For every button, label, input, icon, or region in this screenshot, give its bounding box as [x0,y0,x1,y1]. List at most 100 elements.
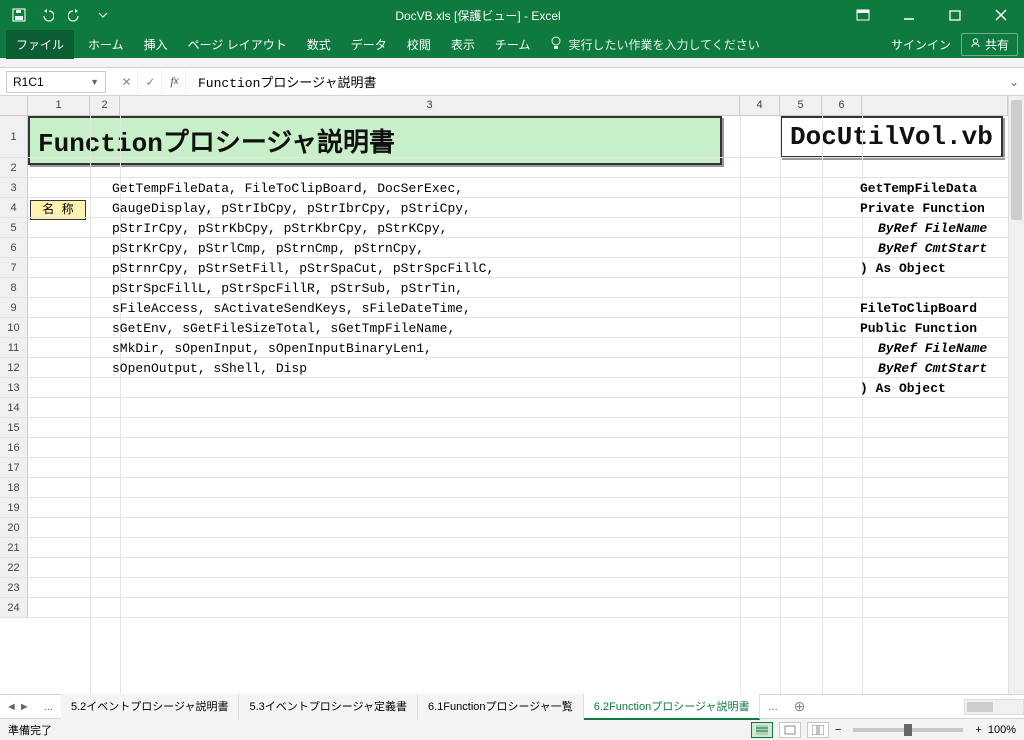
tab-2[interactable]: ページ レイアウト [178,30,297,59]
tab-7[interactable]: チーム [485,30,541,59]
cell-body-line[interactable]: sMkDir, sOpenInput, sOpenInputBinaryLen1… [112,341,432,356]
ribbon-display-icon[interactable] [840,0,886,30]
cell-title-file[interactable]: DocUtilVol.vb [780,116,1003,158]
row-header[interactable]: 9 [0,298,28,318]
row-header[interactable]: 4 [0,198,28,218]
col-header[interactable]: 3 [120,96,740,116]
row-header[interactable]: 7 [0,258,28,278]
col-header[interactable]: 4 [740,96,780,116]
share-button[interactable]: 共有 [961,33,1018,56]
row-header[interactable]: 14 [0,398,28,418]
tab-5[interactable]: 校閲 [397,30,441,59]
tab-nav-prev-icon[interactable]: ◄ [6,701,17,713]
cell-body-line[interactable]: GaugeDisplay, pStrIbCpy, pStrIbrCpy, pSt… [112,201,471,216]
cell-body-line[interactable]: pStrIrCpy, pStrKbCpy, pStrKbrCpy, pStrKC… [112,221,447,236]
cancel-formula-icon[interactable]: ✕ [116,71,138,93]
col-header[interactable]: 6 [822,96,862,116]
col-header[interactable]: 5 [780,96,822,116]
spreadsheet-grid[interactable]: 123456 123456789101112131415161718192021… [0,96,1024,694]
maximize-icon[interactable] [932,0,978,30]
tab-6[interactable]: 表示 [441,30,485,59]
row-header[interactable]: 15 [0,418,28,438]
name-box[interactable]: R1C1 ▼ [6,71,106,93]
sheet-tab[interactable]: 5.2イベントプロシージャ説明書 [61,694,240,720]
zoom-in-icon[interactable]: + [975,724,981,736]
formula-expand-icon[interactable]: ⌄ [1004,75,1024,89]
row-header[interactable]: 22 [0,558,28,578]
tab-nav-next-icon[interactable]: ► [19,701,30,713]
row-header[interactable]: 11 [0,338,28,358]
accept-formula-icon[interactable]: ✓ [140,71,162,93]
horizontal-scrollbar[interactable] [964,699,1024,715]
minimize-icon[interactable] [886,0,932,30]
tab-nav-more-left[interactable]: ... [36,697,61,717]
redo-icon[interactable] [62,3,88,27]
sheet-tab[interactable]: 6.1Functionプロシージャ一覧 [418,694,584,720]
zoom-out-icon[interactable]: − [835,724,841,736]
row-header[interactable]: 21 [0,538,28,558]
tab-nav-more-right[interactable]: ... [760,697,785,717]
cell-body-line[interactable]: GetTempFileData, FileToClipBoard, DocSer… [112,181,463,196]
row-header[interactable]: 17 [0,458,28,478]
row-header[interactable]: 1 [0,116,28,158]
close-icon[interactable] [978,0,1024,30]
row-header[interactable]: 20 [0,518,28,538]
cell-right-line[interactable]: ByRef CmtStart [878,241,987,256]
row-header[interactable]: 6 [0,238,28,258]
view-normal-icon[interactable] [751,722,773,738]
row-header[interactable]: 3 [0,178,28,198]
row-header[interactable]: 13 [0,378,28,398]
row-header[interactable]: 5 [0,218,28,238]
tell-me-label: 実行したい作業を入力してください [568,36,759,53]
view-page-break-icon[interactable] [807,722,829,738]
row-header[interactable]: 8 [0,278,28,298]
row-header[interactable]: 16 [0,438,28,458]
col-header[interactable]: 1 [28,96,90,116]
tell-me-search[interactable]: 実行したい作業を入力してください [550,36,759,53]
select-all-corner[interactable] [0,96,28,116]
col-header[interactable]: 2 [90,96,120,116]
cell-body-line[interactable]: pStrSpcFillL, pStrSpcFillR, pStrSub, pSt… [112,281,463,296]
tab-3[interactable]: 数式 [297,30,341,59]
tab-file[interactable]: ファイル [6,30,74,59]
view-page-layout-icon[interactable] [779,722,801,738]
row-header[interactable]: 2 [0,158,28,178]
cell-right-line[interactable]: ) As Object [860,381,946,396]
cell-right-line[interactable]: Private Function [860,201,985,216]
zoom-slider[interactable] [853,728,963,732]
chevron-down-icon[interactable]: ▼ [90,77,99,87]
cell-right-line[interactable]: ByRef CmtStart [878,361,987,376]
qat-customize-icon[interactable] [90,3,116,27]
vertical-scrollbar[interactable] [1008,96,1024,694]
col-header[interactable] [862,96,1008,116]
cell-right-line[interactable]: Public Function [860,321,977,336]
save-icon[interactable] [6,3,32,27]
cell-body-line[interactable]: sOpenOutput, sShell, Disp [112,361,307,376]
signin-link[interactable]: サインイン [891,36,951,53]
tab-1[interactable]: 挿入 [134,30,178,59]
cell-right-line[interactable]: ) As Object [860,261,946,276]
row-header[interactable]: 19 [0,498,28,518]
row-header[interactable]: 18 [0,478,28,498]
new-sheet-icon[interactable]: ⊕ [786,698,814,715]
tab-0[interactable]: ホーム [78,30,134,59]
cell-body-line[interactable]: sFileAccess, sActivateSendKeys, sFileDat… [112,301,471,316]
fx-icon[interactable]: fx [164,71,186,93]
undo-icon[interactable] [34,3,60,27]
row-header[interactable]: 23 [0,578,28,598]
sheet-tab[interactable]: 6.2Functionプロシージャ説明書 [584,694,761,720]
cell-body-line[interactable]: pStrnrCpy, pStrSetFill, pStrSpaCut, pStr… [112,261,494,276]
tab-4[interactable]: データ [341,30,397,59]
cell-right-line[interactable]: ByRef FileName [878,221,987,236]
formula-bar[interactable] [190,71,1004,93]
cell-right-line[interactable]: GetTempFileData [860,181,977,196]
cell-right-line[interactable]: FileToClipBoard [860,301,977,316]
cell-body-line[interactable]: pStrKrCpy, pStrlCmp, pStrnCmp, pStrnCpy, [112,241,424,256]
row-header[interactable]: 24 [0,598,28,618]
row-header[interactable]: 10 [0,318,28,338]
zoom-value[interactable]: 100% [988,724,1016,736]
cell-body-line[interactable]: sGetEnv, sGetFileSizeTotal, sGetTmpFileN… [112,321,455,336]
row-header[interactable]: 12 [0,358,28,378]
sheet-tab[interactable]: 5.3イベントプロシージャ定義書 [239,694,418,720]
cell-right-line[interactable]: ByRef FileName [878,341,987,356]
